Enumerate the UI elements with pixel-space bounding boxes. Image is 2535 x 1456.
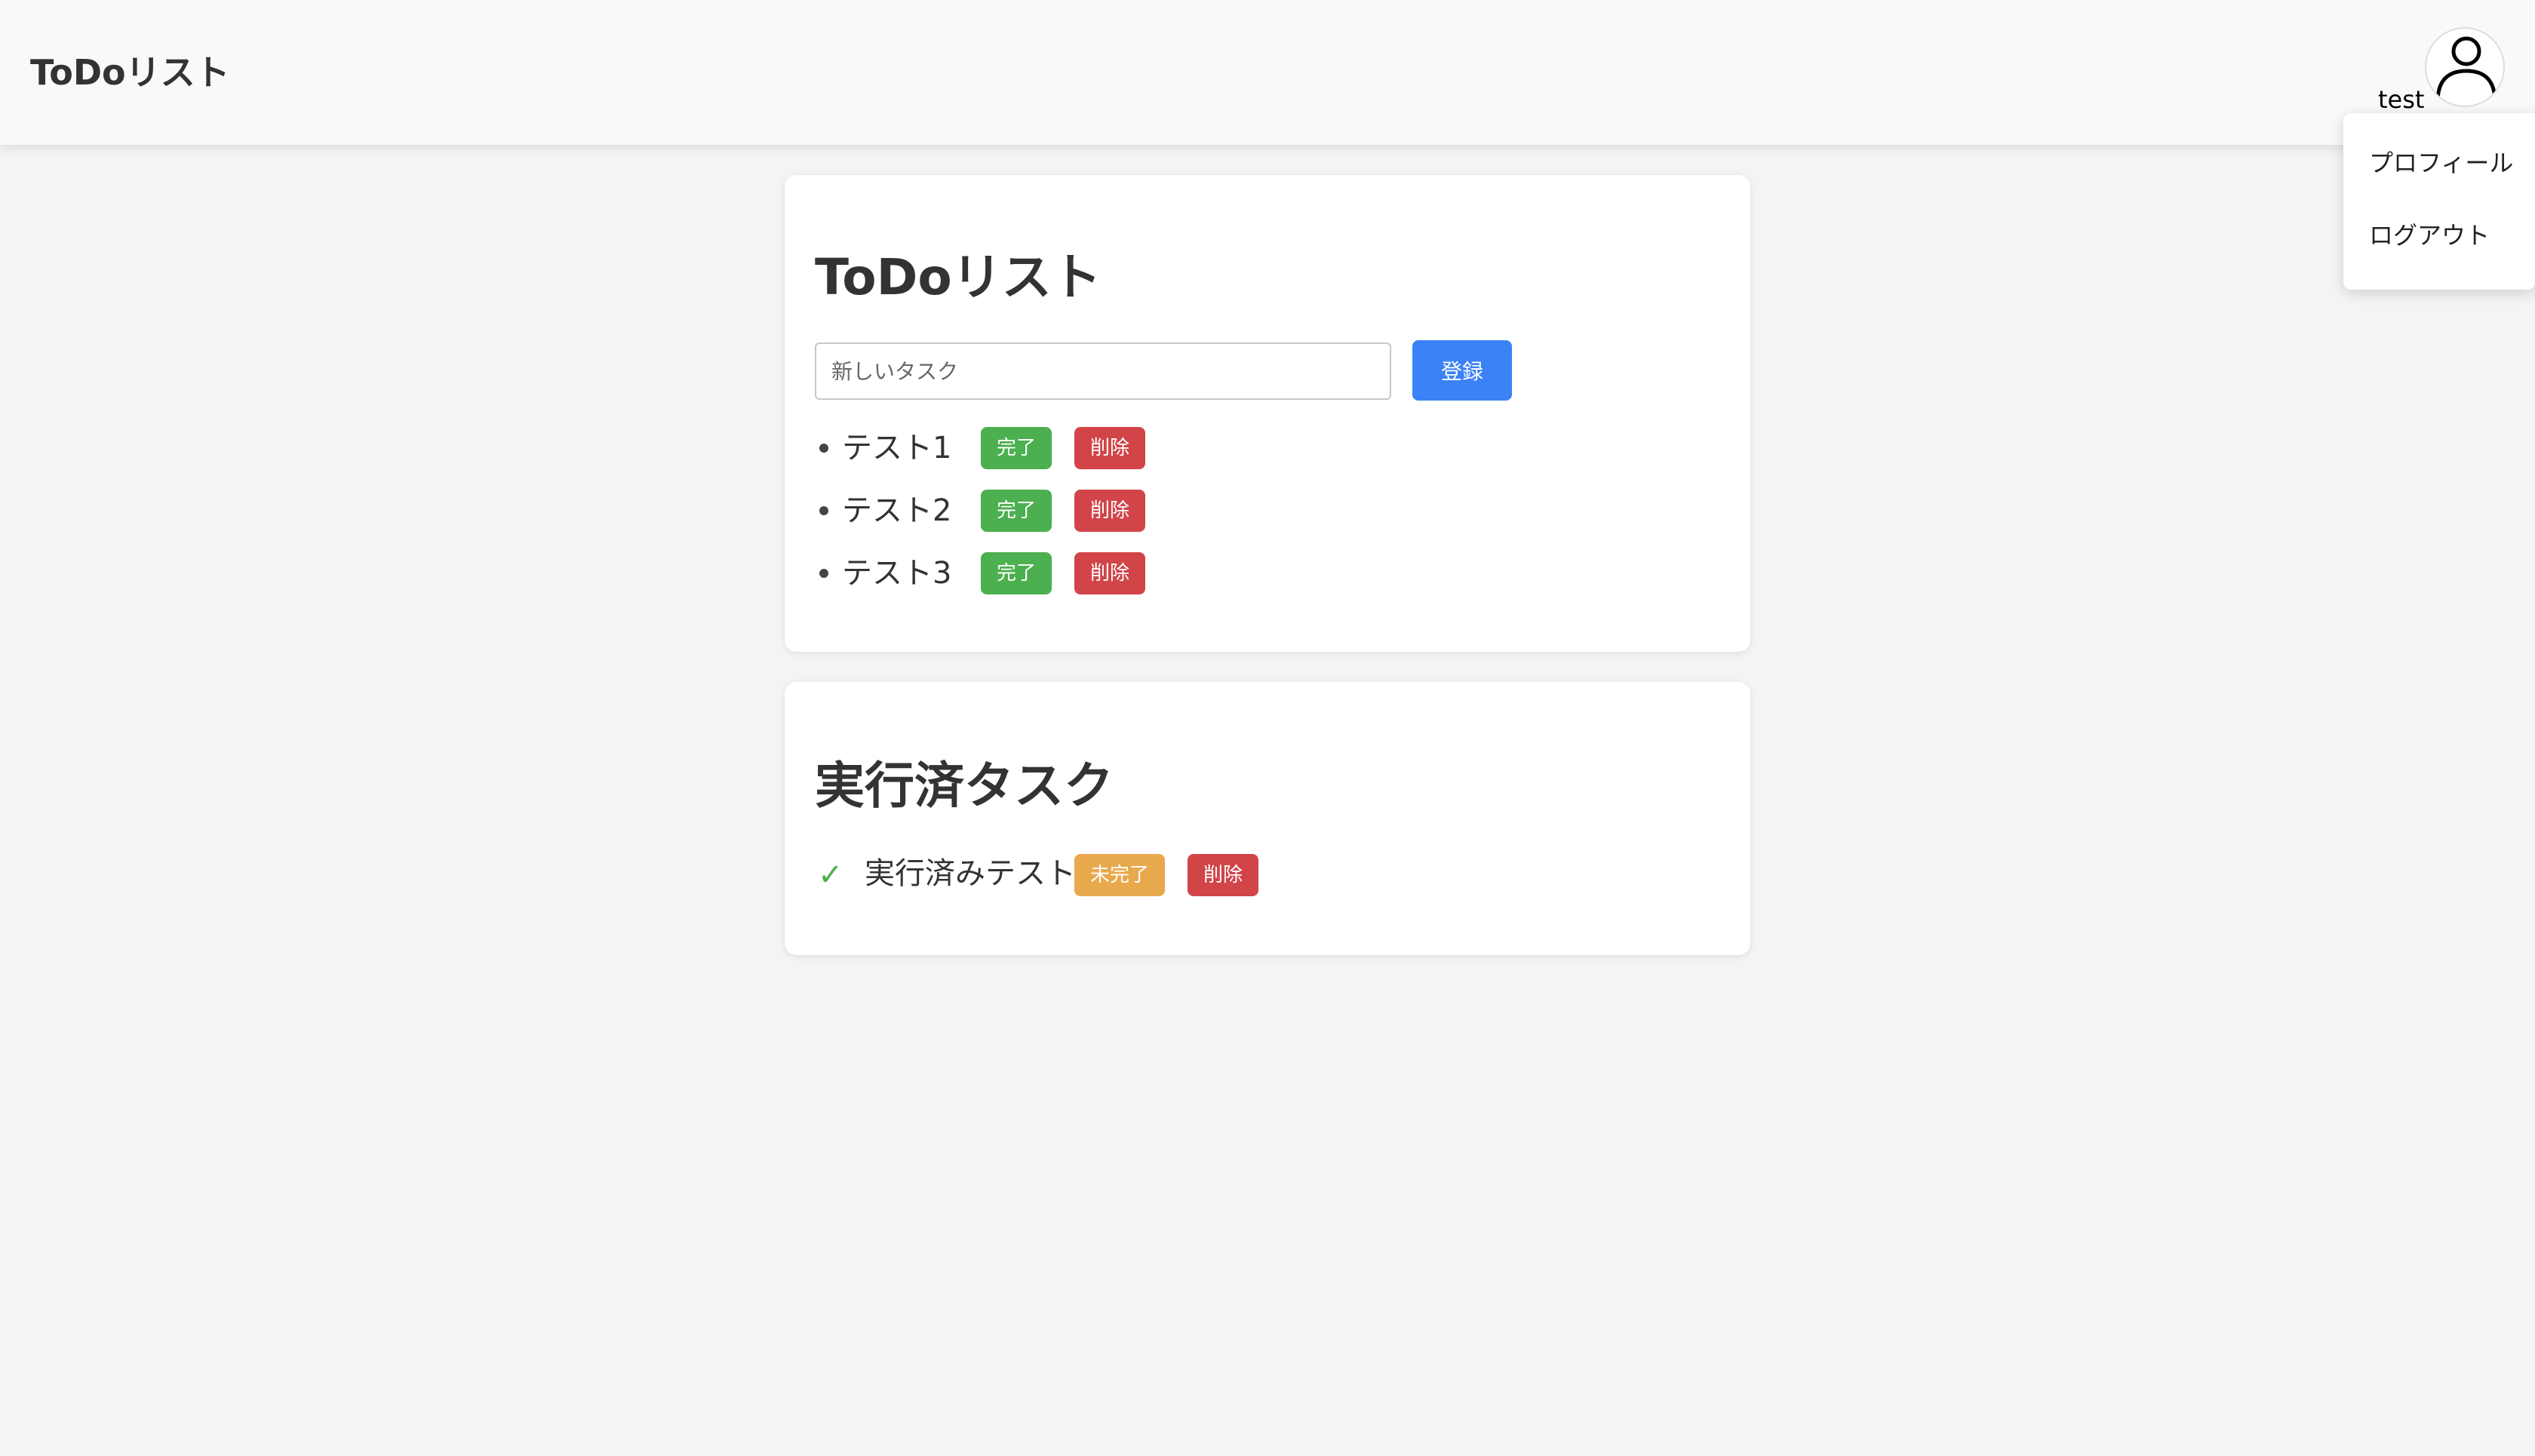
complete-button[interactable]: 完了 [981, 490, 1052, 532]
user-dropdown-menu: プロフィール ログアウト [2343, 113, 2535, 290]
task-text: テスト2 [842, 493, 952, 528]
incomplete-button[interactable]: 未完了 [1074, 854, 1165, 896]
task-item: テスト1 完了 削除 [815, 425, 1343, 471]
complete-button[interactable]: 完了 [981, 552, 1052, 594]
completed-tasks-card: 実行済タスク ✓ 実行済みテスト 未完了 削除 [785, 682, 1750, 955]
delete-button[interactable]: 削除 [1074, 427, 1145, 469]
delete-button[interactable]: 削除 [1188, 854, 1258, 896]
menu-item-profile[interactable]: プロフィール [2369, 148, 2513, 178]
register-button[interactable]: 登録 [1412, 340, 1512, 401]
username-label[interactable]: test [2378, 84, 2424, 115]
menu-item-logout[interactable]: ログアウト [2369, 220, 2490, 250]
bullet-icon [819, 506, 828, 515]
navbar: ToDoリスト test [0, 0, 2535, 145]
bullet-icon [819, 569, 828, 578]
bullet-icon [819, 444, 828, 453]
task-text: テスト3 [842, 556, 952, 591]
delete-button[interactable]: 削除 [1074, 552, 1145, 594]
task-item: テスト3 完了 削除 [815, 551, 1343, 596]
completed-task-text: 実行済みテスト [865, 856, 1076, 891]
app-brand[interactable]: ToDoリスト [30, 48, 230, 97]
check-icon: ✓ [818, 858, 843, 892]
todo-title: ToDoリスト [815, 248, 1102, 306]
user-avatar-icon[interactable] [2425, 27, 2505, 107]
new-task-input[interactable] [815, 342, 1391, 400]
delete-button[interactable]: 削除 [1074, 490, 1145, 532]
task-text: テスト1 [842, 431, 952, 465]
completed-task-item: ✓ 実行済みテスト 未完了 削除 [785, 852, 1464, 898]
task-item: テスト2 完了 削除 [815, 488, 1343, 533]
complete-button[interactable]: 完了 [981, 427, 1052, 469]
todo-card: ToDoリスト 登録 テスト1 完了 削除 テスト2 完了 削除 テスト3 完了… [785, 175, 1750, 652]
completed-tasks-title: 実行済タスク [815, 757, 1114, 815]
